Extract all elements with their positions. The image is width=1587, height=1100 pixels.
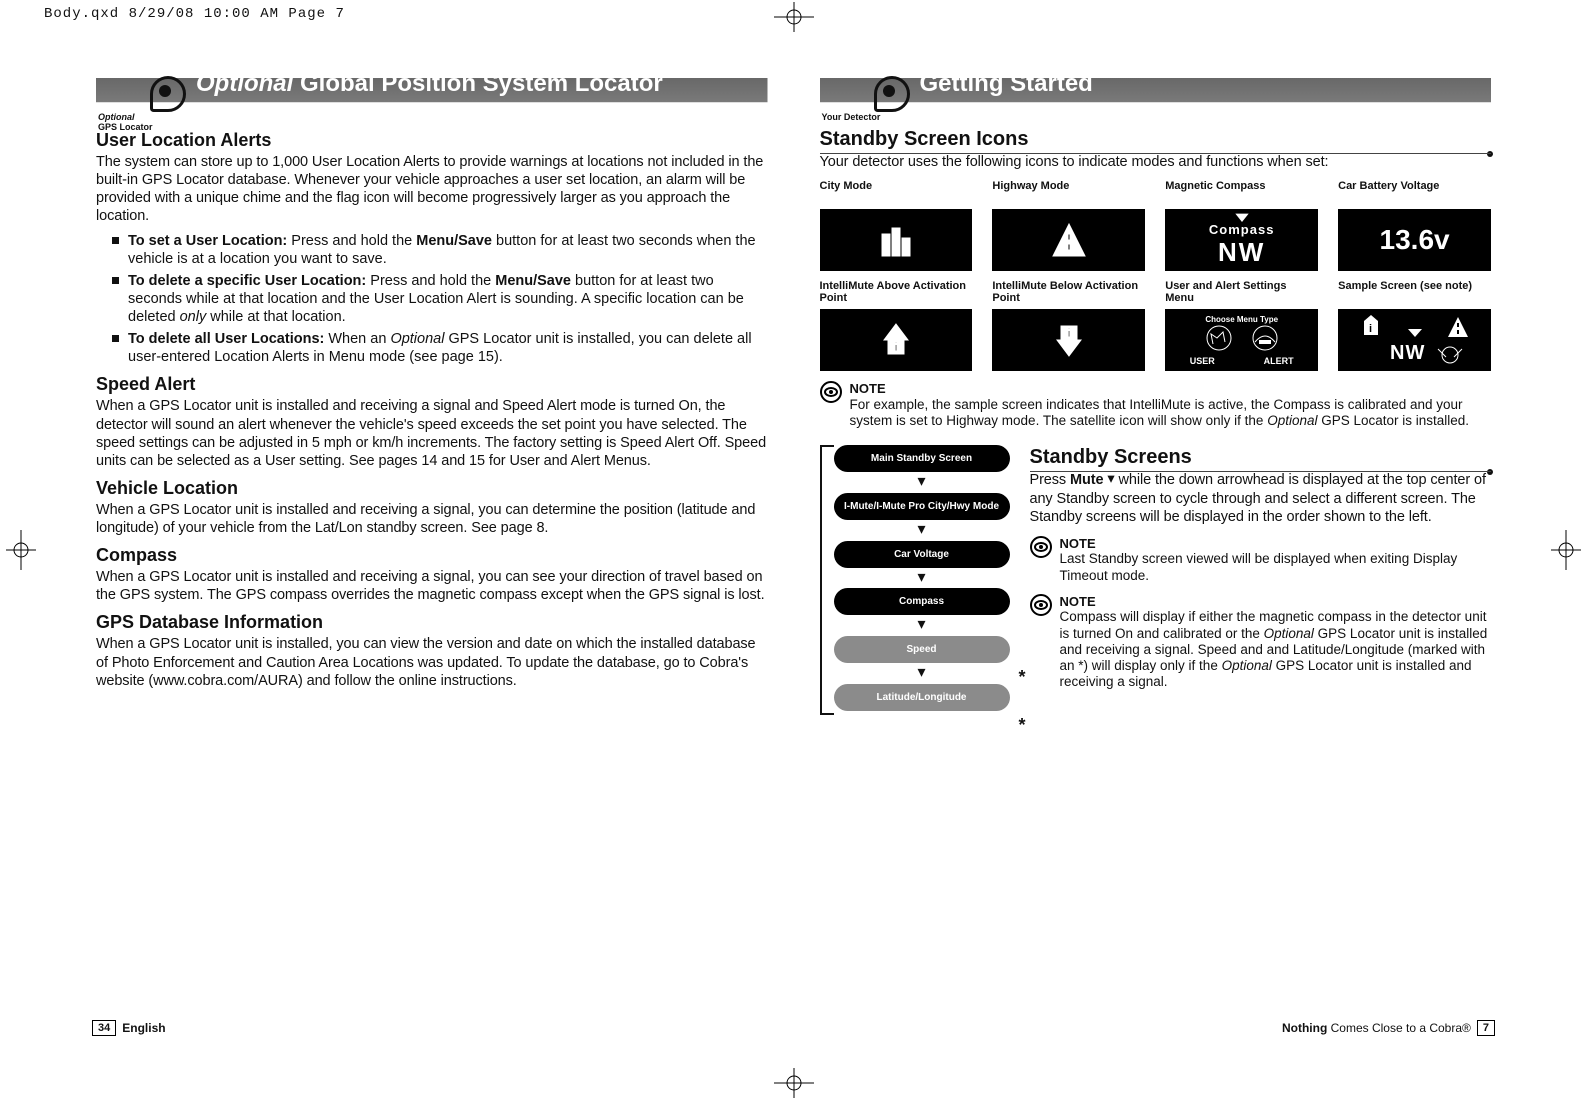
highway-mode-icon [992,209,1145,271]
note-last-standby: NOTE Last Standby screen viewed will be … [1030,536,1492,584]
page-number: 7 [1477,1020,1495,1036]
left-page: Optional Global Position System Locator … [70,40,794,1040]
note-compass-display: NOTE Compass will display if either the … [1030,594,1492,691]
flow-pill: Speed [834,636,1010,663]
flow-pill: I-Mute/I-Mute Pro City/Hwy Mode [834,493,1010,520]
cobra-swirl-icon [150,76,186,112]
icon-cell-sample: Sample Screen (see note) i NW [1338,281,1491,371]
asterisk-icon: * [1018,667,1025,688]
arrow-down-icon: ▾ [834,619,1010,632]
right-header-caption: Your Detector [822,112,881,122]
icon-cell-compass: Magnetic Compass Compass NW [1165,181,1318,271]
para-speed-alert: When a GPS Locator unit is installed and… [96,397,768,470]
battery-voltage-icon: 13.6v [1338,209,1491,271]
standby-flow: Main Standby Screen ▾ I-Mute/I-Mute Pro … [820,445,1010,715]
arrow-down-icon: ▾ [834,524,1010,537]
note-eye-icon [1030,594,1052,616]
list-item: To delete all User Locations: When an Op… [112,330,768,366]
asterisk-icon: * [1018,715,1025,736]
heading-standby-icons: Standby Screen Icons [820,128,1492,151]
arrow-down-icon: ▾ [834,667,1010,680]
list-item: To delete a specific User Location: Pres… [112,272,768,326]
user-alert-menu-icon: Choose Menu Type USERALERT [1165,309,1318,371]
right-header-title: Getting Started [920,70,1093,98]
icon-cell-city: City Mode [820,181,973,271]
flow-pill: Car Voltage [834,541,1010,568]
note-sample-screen: NOTE For example, the sample screen indi… [820,381,1492,429]
heading-speed-alert: Speed Alert [96,374,768,395]
heading-gps-db: GPS Database Information [96,612,768,633]
cobra-swirl-icon [874,76,910,112]
right-footer: Nothing Comes Close to a Cobra® 7 [1282,1020,1495,1036]
heading-vehicle-location: Vehicle Location [96,478,768,499]
para-compass: When a GPS Locator unit is installed and… [96,568,768,604]
svg-text:i: i [894,340,897,354]
heading-user-location-alerts: User Location Alerts [96,130,768,151]
down-triangle-icon: ▾ [1107,470,1114,488]
crop-mark-top-icon [774,2,814,32]
print-slug: Body.qxd 8/29/08 10:00 AM Page 7 [44,6,345,22]
right-page: Getting Started Your Detector Standby Sc… [794,40,1518,1040]
left-header: Optional Global Position System Locator … [96,60,768,122]
standby-text: Standby Screens Press Mute ▾ while the d… [1030,445,1492,715]
intellimute-above-icon: i [820,309,973,371]
heading-standby-screens: Standby Screens [1030,445,1492,469]
flow-pill: Latitude/Longitude [834,684,1010,711]
standby-icons-sub: Your detector uses the following icons t… [820,153,1492,171]
icon-cell-imute-below: IntelliMute Below Activation Point i [992,281,1145,371]
heading-compass: Compass [96,545,768,566]
svg-text:i: i [1369,323,1373,335]
icon-cell-imute-above: IntelliMute Above Activation Point i [820,281,973,371]
para-gps-db: When a GPS Locator unit is installed, yo… [96,635,768,689]
svg-text:NW: NW [1390,342,1425,364]
crop-mark-bottom-icon [774,1068,814,1098]
page-number: 34 [92,1020,116,1036]
user-location-list: To set a User Location: Press and hold t… [112,232,768,367]
para-user-location-intro: The system can store up to 1,000 User Lo… [96,153,768,226]
note-eye-icon [820,381,842,403]
para-vehicle-location: When a GPS Locator unit is installed and… [96,501,768,537]
crop-mark-right-icon [1551,530,1581,570]
svg-text:i: i [1067,326,1070,340]
icon-cell-user-alert: User and Alert Settings Menu Choose Menu… [1165,281,1318,371]
flow-pill: Main Standby Screen [834,445,1010,472]
arrow-down-icon: ▾ [834,476,1010,489]
icon-grid: City Mode Highway Mode Magnetic Compass … [820,181,1492,371]
intellimute-below-icon: i [992,309,1145,371]
footer-language: English [122,1021,165,1035]
icon-cell-battery: Car Battery Voltage 13.6v [1338,181,1491,271]
magnetic-compass-icon: Compass NW [1165,209,1318,271]
arrow-down-icon: ▾ [834,572,1010,585]
flow-pill: Compass [834,588,1010,615]
icon-cell-highway: Highway Mode [992,181,1145,271]
left-header-title: Optional Global Position System Locator [196,70,663,98]
note-eye-icon [1030,536,1052,558]
left-header-caption: OptionalGPS Locator [98,112,153,132]
right-header: Getting Started Your Detector [820,60,1492,122]
list-item: To set a User Location: Press and hold t… [112,232,768,268]
sample-screen-icon: i NW [1338,309,1491,371]
city-mode-icon [820,209,973,271]
left-footer: 34 English [92,1020,166,1036]
crop-mark-left-icon [6,530,36,570]
